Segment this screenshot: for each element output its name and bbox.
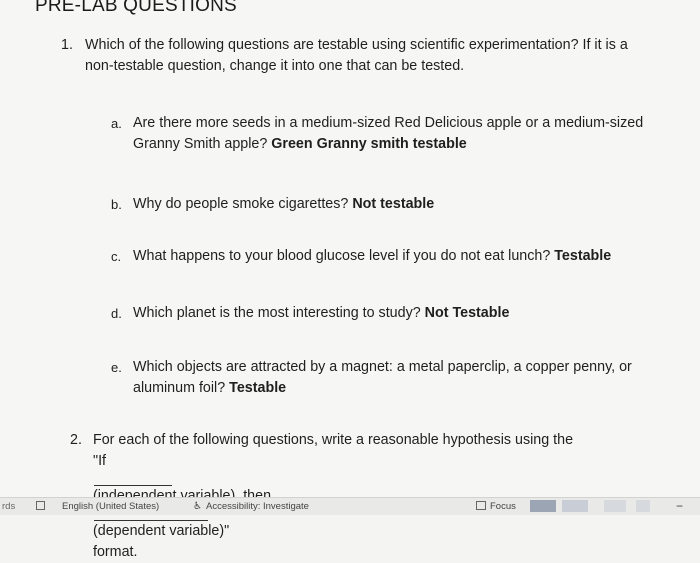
item-text-line: Which planet is the most interesting to … bbox=[133, 305, 421, 321]
language-status[interactable]: English (United States) bbox=[62, 501, 159, 512]
list-item-b: b. Why do people smoke cigarettes? Not t… bbox=[111, 194, 681, 216]
list-item-d: d. Which planet is the most interesting … bbox=[111, 303, 681, 325]
word-count[interactable]: rds bbox=[2, 501, 15, 512]
hypothesis-if: "If bbox=[93, 453, 107, 469]
proofing-icon[interactable] bbox=[36, 501, 45, 510]
focus-button[interactable]: Focus bbox=[490, 501, 516, 512]
item-answer: Testable bbox=[554, 248, 612, 264]
hypothesis-end: (dependent variable)" bbox=[93, 523, 230, 539]
item-text-line: Why do people smoke cigarettes? bbox=[133, 196, 349, 212]
item-answer: Testable bbox=[229, 380, 287, 396]
list-item-e: e. Which objects are attracted by a magn… bbox=[111, 357, 681, 401]
blank-independent-variable[interactable] bbox=[94, 472, 172, 486]
question-number: 2. bbox=[70, 432, 82, 448]
question-text-line: format. bbox=[93, 544, 138, 560]
question-number: 1. bbox=[61, 37, 73, 53]
item-text-line: Are there more seeds in a medium-sized R… bbox=[133, 115, 644, 131]
accessibility-icon: ♿ bbox=[193, 501, 202, 512]
item-answer: Green Granny smith testable bbox=[271, 136, 467, 152]
item-letter: c. bbox=[111, 249, 122, 264]
outline-view-button[interactable] bbox=[604, 500, 626, 512]
draft-view-button[interactable] bbox=[636, 500, 650, 512]
question-text-line: Which of the following questions are tes… bbox=[85, 37, 628, 53]
item-text-line: aluminum foil? bbox=[133, 380, 226, 396]
item-answer: Not Testable bbox=[424, 305, 510, 321]
item-letter: d. bbox=[111, 306, 122, 321]
web-layout-view-button[interactable] bbox=[562, 500, 588, 512]
print-layout-view-button[interactable] bbox=[530, 500, 556, 512]
item-answer: Not testable bbox=[352, 196, 435, 212]
accessibility-status[interactable]: Accessibility: Investigate bbox=[206, 501, 309, 512]
list-item-c: c. What happens to your blood glucose le… bbox=[111, 246, 681, 268]
question-text-line: non-testable question, change it into on… bbox=[85, 58, 465, 74]
document-page: PRE-LAB QUESTIONS 1. Which of the follow… bbox=[0, 0, 700, 560]
question-1: 1. Which of the following questions are … bbox=[61, 35, 681, 79]
status-bar: rds English (United States) ♿ Accessibil… bbox=[0, 497, 700, 515]
item-text-line: Which objects are attracted by a magnet:… bbox=[133, 359, 632, 375]
item-text-line: What happens to your blood glucose level… bbox=[133, 248, 551, 264]
item-letter: e. bbox=[111, 360, 122, 375]
page-heading: PRE-LAB QUESTIONS bbox=[35, 0, 237, 16]
item-text-line: Granny Smith apple? bbox=[133, 136, 268, 152]
question-2: 2. For each of the following questions, … bbox=[70, 430, 670, 560]
focus-icon[interactable] bbox=[476, 501, 486, 510]
list-item-a: a. Are there more seeds in a medium-size… bbox=[111, 113, 681, 157]
zoom-out-icon[interactable]: − bbox=[676, 499, 683, 513]
item-letter: a. bbox=[111, 116, 122, 131]
item-letter: b. bbox=[111, 197, 122, 212]
question-text-line: For each of the following questions, wri… bbox=[93, 432, 574, 448]
